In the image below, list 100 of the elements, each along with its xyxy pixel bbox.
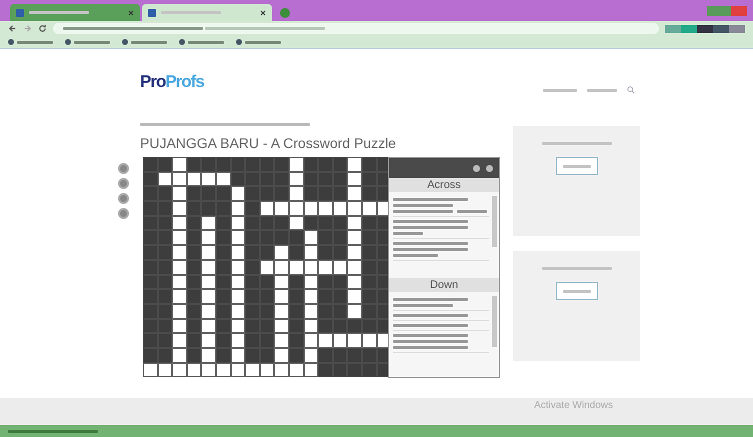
crossword-cell[interactable] — [201, 304, 216, 319]
scrollbar[interactable] — [492, 196, 497, 248]
crossword-cell[interactable] — [172, 304, 187, 319]
crossword-cell[interactable] — [201, 318, 216, 334]
tool-icon[interactable] — [118, 163, 129, 174]
crossword-cell[interactable] — [288, 186, 304, 202]
crossword-cell[interactable] — [172, 230, 187, 246]
crossword-cell[interactable] — [288, 201, 304, 216]
crossword-cell[interactable] — [201, 348, 216, 363]
extension-icons[interactable] — [665, 24, 745, 32]
crossword-cell[interactable] — [274, 304, 289, 319]
crossword-cell[interactable] — [362, 333, 376, 348]
crossword-cell[interactable] — [347, 333, 362, 348]
crossword-cell[interactable] — [347, 201, 362, 216]
crossword-cell[interactable] — [230, 201, 246, 216]
crossword-cell[interactable] — [347, 230, 362, 246]
browser-tab[interactable] — [142, 4, 272, 21]
crossword-cell[interactable] — [172, 362, 187, 378]
crossword-cell[interactable] — [347, 245, 362, 260]
bookmark[interactable] — [122, 39, 167, 45]
crossword-cell[interactable] — [201, 362, 216, 378]
crossword-cell[interactable] — [172, 289, 187, 304]
crossword-cell[interactable] — [172, 333, 187, 348]
crossword-cell[interactable] — [172, 201, 187, 216]
activation-notice: Activate Windows — [534, 399, 613, 413]
crossword-cell[interactable] — [274, 333, 289, 348]
bookmark[interactable] — [65, 39, 110, 45]
browser-tab[interactable] — [10, 4, 140, 21]
crossword-cell[interactable] — [362, 201, 376, 216]
crossword-cell[interactable] — [172, 172, 187, 186]
crossword-cell[interactable] — [274, 260, 289, 274]
crossword-cell[interactable] — [304, 201, 318, 216]
crossword-cell[interactable] — [288, 157, 304, 172]
crossword-cell[interactable] — [347, 260, 362, 274]
crossword-cell[interactable] — [143, 362, 158, 378]
tool-icon[interactable] — [118, 178, 129, 189]
crossword-cell[interactable] — [347, 157, 362, 172]
scrollbar[interactable] — [492, 296, 497, 347]
crossword-cell[interactable] — [304, 245, 318, 260]
crossword-cell[interactable] — [172, 186, 187, 202]
crossword-cell[interactable] — [201, 333, 216, 348]
crossword-cell[interactable] — [274, 362, 289, 378]
reload-icon[interactable] — [38, 24, 47, 33]
crossword-cell[interactable] — [201, 216, 216, 230]
crossword-cell[interactable] — [274, 318, 289, 334]
clue-item[interactable] — [393, 239, 489, 261]
crossword-cell[interactable] — [201, 172, 216, 186]
close-icon[interactable] — [128, 10, 134, 16]
crossword-cell[interactable] — [274, 348, 289, 363]
crossword-cell[interactable] — [318, 333, 333, 348]
crossword-cell[interactable] — [347, 304, 362, 319]
crossword-cell[interactable] — [304, 289, 318, 304]
crossword-cell[interactable] — [201, 230, 216, 246]
crossword-cell[interactable] — [347, 289, 362, 304]
crossword-cell[interactable] — [318, 260, 333, 274]
close-icon[interactable] — [260, 10, 266, 16]
crossword-cell[interactable] — [172, 318, 187, 334]
crossword-cell[interactable] — [376, 333, 388, 348]
crossword-cell[interactable] — [201, 289, 216, 304]
crossword-cell[interactable] — [347, 172, 362, 186]
crossword-cell[interactable] — [230, 245, 246, 260]
crossword-cell[interactable] — [172, 216, 187, 230]
crossword-cell[interactable] — [201, 245, 216, 260]
bookmark[interactable] — [8, 39, 53, 45]
crossword-cell[interactable] — [318, 201, 333, 216]
crossword-cell[interactable] — [332, 333, 348, 348]
crossword-cell[interactable] — [274, 201, 289, 216]
crossword-cell[interactable] — [347, 274, 362, 290]
clue-item[interactable] — [393, 217, 489, 239]
crossword-cell[interactable] — [304, 230, 318, 246]
crossword-cell[interactable] — [260, 201, 274, 216]
crossword-cell[interactable] — [347, 186, 362, 202]
crossword-cell[interactable] — [230, 186, 246, 202]
crossword-cell[interactable] — [172, 245, 187, 260]
crossword-cell[interactable] — [172, 157, 187, 172]
crossword-cell[interactable] — [274, 274, 289, 290]
crossword-cell[interactable] — [304, 333, 318, 348]
tool-icon[interactable] — [118, 208, 129, 219]
search-icon[interactable] — [627, 86, 635, 94]
crossword-cell[interactable] — [230, 289, 246, 304]
bookmark[interactable] — [179, 39, 224, 45]
crossword-cell[interactable] — [172, 348, 187, 363]
tool-icon[interactable] — [118, 193, 129, 204]
crossword-cell[interactable] — [245, 362, 260, 378]
crossword-cell[interactable] — [201, 274, 216, 290]
crossword-cell[interactable] — [274, 245, 289, 260]
clue-item[interactable] — [393, 195, 489, 217]
crossword-cell[interactable] — [172, 260, 187, 274]
crossword-cell[interactable] — [230, 333, 246, 348]
crossword-cell[interactable] — [172, 274, 187, 290]
proprofs-logo[interactable]: ProProfs — [140, 72, 204, 92]
crossword-cell[interactable] — [201, 260, 216, 274]
crossword-cell[interactable] — [376, 201, 388, 216]
crossword-cell[interactable] — [347, 216, 362, 230]
back-icon[interactable] — [8, 24, 17, 33]
bookmark[interactable] — [236, 39, 281, 45]
address-field[interactable] — [53, 23, 659, 34]
crossword-cell[interactable] — [332, 201, 348, 216]
crossword-cell[interactable] — [274, 289, 289, 304]
crossword-cell[interactable] — [230, 230, 246, 246]
